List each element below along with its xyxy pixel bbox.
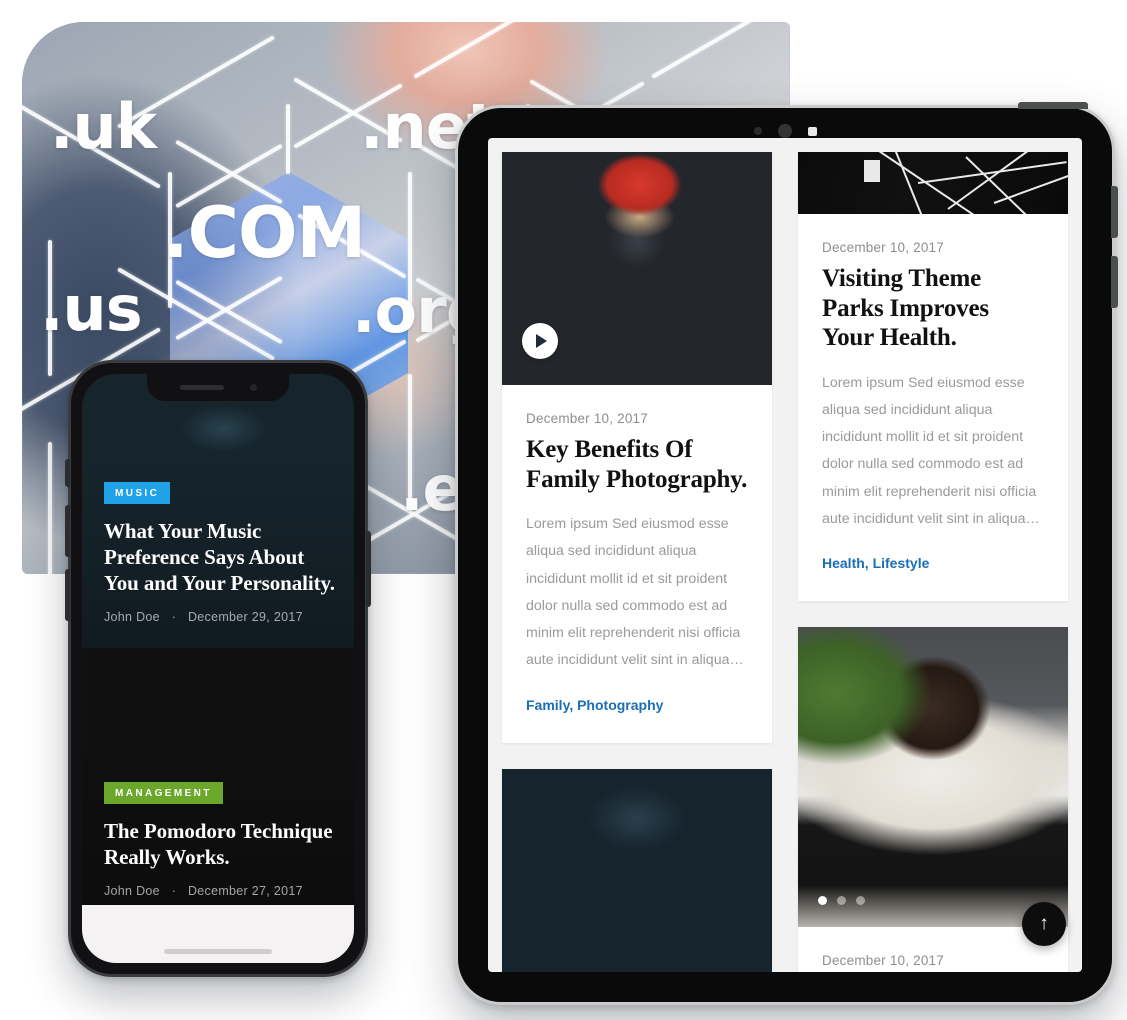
- phone-mute-switch[interactable]: [65, 459, 70, 487]
- front-camera-icon: [249, 384, 257, 391]
- post-date: December 10, 2017: [526, 411, 648, 426]
- tablet-power-button[interactable]: [1018, 102, 1088, 109]
- meta-separator: ·: [171, 610, 177, 624]
- post-card-family-photography[interactable]: December 10, 2017 Key Benefits Of Family…: [502, 152, 772, 743]
- post-image-ferris-wheel: [798, 152, 1068, 214]
- phone-post-title[interactable]: What Your Music Preference Says About Yo…: [104, 518, 338, 596]
- post-date: December 10, 2017: [822, 953, 944, 969]
- mockup-scene: .uk .net .COM .us .org .en December 10, …: [0, 0, 1127, 1020]
- post-body: December 10, 2017 Key Benefits Of Family…: [502, 385, 772, 743]
- post-date: December 10, 2017: [822, 240, 944, 255]
- earpiece-speaker-icon: [179, 385, 224, 390]
- post-card-theme-parks[interactable]: December 10, 2017 Visiting Theme Parks I…: [798, 152, 1068, 602]
- phone-post-content: MUSIC What Your Music Preference Says Ab…: [104, 481, 338, 624]
- category-badge-management[interactable]: MANAGEMENT: [104, 781, 223, 804]
- blog-column-right: December 10, 2017 Visiting Theme Parks I…: [798, 152, 1068, 972]
- post-author: John Doe: [104, 884, 160, 898]
- tablet-device: December 10, 2017 Key Benefits Of Family…: [455, 102, 1118, 1005]
- cam-flash-icon: [807, 126, 817, 136]
- phone-post-content: MANAGEMENT The Pomodoro Technique Really…: [104, 781, 338, 898]
- phone-post-meta: John Doe · December 29, 2017: [104, 610, 338, 624]
- post-date: December 27, 2017: [187, 884, 303, 898]
- meta-separator: ·: [171, 884, 177, 898]
- phone-screen[interactable]: MUSIC What Your Music Preference Says Ab…: [82, 374, 354, 963]
- post-categories[interactable]: Family, Photography: [526, 697, 748, 713]
- tablet-screen[interactable]: December 10, 2017 Key Benefits Of Family…: [488, 138, 1082, 972]
- category-badge-music[interactable]: MUSIC: [104, 481, 171, 504]
- domain-label-com[interactable]: .COM: [162, 192, 366, 274]
- post-image-photographer: [502, 152, 772, 385]
- domain-label-uk: .uk: [50, 90, 157, 163]
- post-image-guitarist: Audio Player: [502, 768, 772, 972]
- phone-device: MUSIC What Your Music Preference Says Ab…: [65, 360, 371, 977]
- post-date: December 29, 2017: [187, 610, 303, 624]
- phone-post-management[interactable]: MANAGEMENT The Pomodoro Technique Really…: [82, 648, 354, 922]
- phone-post-music[interactable]: MUSIC What Your Music Preference Says Ab…: [82, 374, 354, 648]
- domain-label-us: .us: [40, 272, 143, 345]
- phone-post-title[interactable]: The Pomodoro Technique Really Works.: [104, 818, 338, 870]
- post-card-audio-guitarist[interactable]: Audio Player: [502, 768, 772, 972]
- blog-column-left: December 10, 2017 Key Benefits Of Family…: [502, 152, 772, 972]
- arrow-up-icon: ↑: [1039, 913, 1049, 934]
- home-indicator[interactable]: [164, 949, 272, 954]
- post-excerpt: Lorem ipsum Sed eiusmod esse aliqua sed …: [526, 516, 744, 669]
- post-categories[interactable]: Health, Lifestyle: [822, 555, 1044, 571]
- carousel-dot-2[interactable]: [837, 896, 846, 906]
- tablet-volume-up-button[interactable]: [1111, 186, 1118, 238]
- post-excerpt: Lorem ipsum Sed eiusmod esse aliqua sed …: [822, 374, 1040, 527]
- post-author: John Doe: [104, 610, 160, 624]
- post-image-workspace: [798, 627, 1068, 928]
- cam-dot-large-icon: [777, 124, 792, 138]
- post-title[interactable]: Key Benefits Of Family Photography.: [526, 435, 748, 494]
- cam-dot-small-icon: [753, 127, 762, 135]
- carousel-dot-1[interactable]: [818, 896, 827, 906]
- carousel-dot-3[interactable]: [856, 896, 865, 906]
- phone-post-meta: John Doe · December 27, 2017: [104, 884, 338, 898]
- phone-home-area: [82, 905, 354, 963]
- phone-volume-up-button[interactable]: [65, 505, 70, 557]
- post-body: December 10, 2017 Visiting Theme Parks I…: [798, 214, 1068, 601]
- carousel-dots[interactable]: [818, 896, 865, 906]
- post-title[interactable]: Visiting Theme Parks Improves Your Healt…: [822, 264, 1044, 353]
- phone-volume-down-button[interactable]: [65, 569, 70, 621]
- phone-power-button[interactable]: [366, 531, 371, 607]
- phone-notch: [147, 374, 289, 401]
- tablet-volume-down-button[interactable]: [1111, 256, 1118, 308]
- play-icon[interactable]: [522, 323, 558, 359]
- blog-grid: December 10, 2017 Key Benefits Of Family…: [488, 138, 1082, 972]
- scroll-to-top-button[interactable]: ↑: [1022, 902, 1066, 946]
